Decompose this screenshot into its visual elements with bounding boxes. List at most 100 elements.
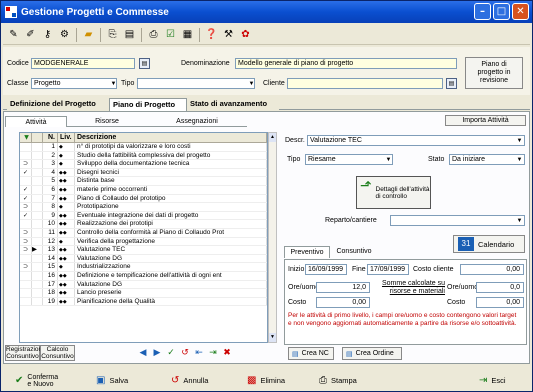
tab-stato[interactable]: Stato di avanzamento	[187, 98, 279, 110]
table-row[interactable]: 2 ◆ Studio della fattibilità complessiva d…	[20, 151, 267, 161]
key-icon[interactable]: ⚷	[40, 27, 55, 42]
tab-preventivo[interactable]: Preventivo	[284, 246, 330, 258]
help-icon[interactable]: ❓	[204, 27, 219, 42]
costo-cliente-field[interactable]: 0,00	[460, 264, 524, 275]
print-icon[interactable]: ⎙	[146, 27, 161, 42]
table-row[interactable]: ⊃ 15 ◆ Industrializzazione	[20, 263, 267, 272]
row-mark	[20, 254, 32, 263]
sheet-icon[interactable]: ▦	[180, 27, 195, 42]
table-row[interactable]: ✓ 6 ◆◆ materie prime occorrenti	[20, 185, 267, 195]
chevron-down-icon[interactable]: ▼	[384, 154, 393, 165]
annulla-button[interactable]: ↺ Annulla	[171, 373, 208, 388]
close-button[interactable]: ✕	[512, 3, 529, 20]
table-row[interactable]: ⊃ 12 ◆ Verifica della progettazione	[20, 237, 267, 247]
minimize-button[interactable]: –	[474, 3, 491, 20]
table-row[interactable]: 14 ◆◆ Valutazione DG	[20, 254, 267, 264]
registrazione-consuntivo-button[interactable]: Registrazione Consuntivo	[5, 345, 46, 361]
table-row[interactable]: ✓ 9 ◆◆ Eventuale integrazione dei dati di p…	[20, 211, 267, 221]
fine-field[interactable]: 17/09/1999	[367, 264, 409, 275]
folder-icon[interactable]: ▰	[81, 27, 96, 42]
elimina-button[interactable]: ▩ Elimina	[247, 373, 285, 388]
import-activities-button[interactable]: Importa Attività	[445, 115, 526, 126]
row-description: Industrializzazione	[75, 263, 267, 271]
row-mark	[20, 271, 32, 280]
chevron-down-icon[interactable]: ▼	[515, 135, 524, 146]
ore-uomo-field[interactable]: 12,0	[316, 282, 370, 293]
indent-icon[interactable]: ⇤	[193, 347, 205, 359]
tab-risorse[interactable]: Risorse	[67, 116, 147, 127]
tipo-attivita-select[interactable]: Riesame	[305, 154, 393, 165]
table-row[interactable]: ✓ 4 ◆◆ Disegni tecnici	[20, 168, 267, 178]
crea-ordine-button[interactable]: ▤ Crea Ordine	[342, 347, 402, 360]
calcolo-consuntivo-button[interactable]: Calcolo Consuntivo	[40, 345, 75, 361]
table-row[interactable]: 16 ◆◆ Definizione e tempificazione dell'at…	[20, 271, 267, 281]
undo-icon[interactable]: ↺	[179, 347, 191, 359]
denominazione-field[interactable]: Modello generale di piano di progetto	[235, 58, 457, 69]
maximize-button[interactable]: □	[493, 3, 510, 20]
cliente-field[interactable]	[287, 78, 443, 89]
dettagli-controllo-button[interactable]: ⬏ Dettagli dell'attività di controllo	[356, 176, 431, 209]
table-row[interactable]: ⊃ 3 ◆ Sviluppo della documentazione tecnica	[20, 160, 267, 169]
grid-scrollbar[interactable]: ▲ ▼	[268, 132, 277, 343]
tipo-select[interactable]	[137, 78, 255, 89]
esci-button[interactable]: ⇥ Esci	[479, 373, 506, 388]
outdent-icon[interactable]: ⇥	[207, 347, 219, 359]
activity-grid[interactable]: ▼ N. Liv. Descrizione 1 ◆ n° di prototipi …	[19, 132, 268, 343]
costo2-field[interactable]: 0,00	[476, 297, 524, 308]
piano-revision-button[interactable]: Piano di progetto in revisione	[465, 57, 523, 89]
descr-select[interactable]: Valutazione TEC	[307, 135, 525, 146]
delete-row-icon[interactable]: ✖	[221, 347, 233, 359]
row-mark: ⊃	[20, 160, 32, 168]
table-row[interactable]: 10 ◆◆ Realizzazione dei prototipi	[20, 220, 267, 229]
table-row[interactable]: 17 ◆◆ Valutazione DG	[20, 280, 267, 290]
table-row[interactable]: ✓ 7 ◆◆ Piano di Collaudo del prototipo	[20, 194, 267, 204]
chevron-down-icon[interactable]: ▼	[247, 78, 256, 89]
chevron-down-icon[interactable]: ▼	[515, 154, 524, 165]
stampa-button[interactable]: ⎙ Stampa	[319, 373, 357, 388]
checklist-icon[interactable]: ☑	[163, 27, 178, 42]
paste-icon[interactable]: ▤	[122, 27, 137, 42]
classe-select[interactable]: Progetto	[31, 78, 117, 89]
filter-icon[interactable]: ▼	[20, 133, 32, 142]
chevron-down-icon[interactable]: ▼	[515, 215, 524, 226]
scroll-down-icon[interactable]: ▼	[269, 333, 276, 342]
scroll-up-icon[interactable]: ▲	[269, 133, 276, 142]
tab-consuntivo[interactable]: Consuntivo	[330, 246, 378, 258]
tab-attivita[interactable]: Attività	[5, 116, 67, 127]
tab-piano[interactable]: Piano di Progetto	[109, 98, 187, 111]
salva-button[interactable]: ▣ Salva	[96, 373, 128, 388]
chevron-down-icon[interactable]: ▼	[109, 78, 118, 89]
ore-uomo2-field[interactable]: 0,0	[476, 282, 524, 293]
table-row[interactable]: 18 ◆◆ Lancio preserie	[20, 289, 267, 298]
wrench-icon[interactable]: ⚙	[57, 27, 72, 42]
calendario-button[interactable]: 31 Calendario	[453, 235, 525, 253]
column-header-n[interactable]: N.	[43, 133, 58, 142]
table-row[interactable]: ⊃ ▶ 13 ◆◆ Valutazione TEC	[20, 246, 267, 255]
pencil-icon[interactable]: ✐	[23, 27, 38, 42]
column-header-liv[interactable]: Liv.	[58, 133, 75, 142]
check-icon[interactable]: ✓	[165, 347, 177, 359]
reparto-select[interactable]	[390, 215, 525, 226]
cliente-lookup-button[interactable]: ▤	[446, 78, 457, 89]
inizio-field[interactable]: 16/09/1999	[305, 264, 347, 275]
table-row[interactable]: ⊃ 8 ◆ Prototipazione	[20, 203, 267, 212]
copy-icon[interactable]: ⎘	[105, 27, 120, 42]
tab-definizione[interactable]: Definizione del Progetto	[7, 98, 109, 110]
table-row[interactable]: 1 ◆ n° di prototipi da valorizzare e loro …	[20, 143, 267, 152]
tools-icon[interactable]: ⚒	[221, 27, 236, 42]
tab-assegnazioni[interactable]: Assegnazioni	[147, 116, 247, 127]
edit-icon[interactable]: ✎	[6, 27, 21, 42]
next-icon[interactable]: ▶	[151, 347, 163, 359]
codice-lookup-button[interactable]: ▤	[139, 58, 150, 69]
stato-select[interactable]: Da iniziare	[449, 154, 525, 165]
table-row[interactable]: 5 ◆◆ Distinta base	[20, 177, 267, 186]
column-header-descrizione[interactable]: Descrizione	[75, 133, 267, 142]
codice-field[interactable]: MODGENERALE	[31, 58, 135, 69]
prev-icon[interactable]: ◀	[137, 347, 149, 359]
conferma-nuovo-button[interactable]: ✔ Conferma e Nuovo	[15, 373, 63, 388]
table-row[interactable]: 19 ◆◆ Pianificazione della Qualità	[20, 297, 267, 307]
table-row[interactable]: ⊃ 11 ◆◆ Controllo della conformità al Piano…	[20, 228, 267, 238]
costo-field[interactable]: 0,00	[316, 297, 370, 308]
crea-nc-button[interactable]: ▤ Crea NC	[288, 347, 334, 360]
extra-icon[interactable]: ✿	[238, 27, 253, 42]
